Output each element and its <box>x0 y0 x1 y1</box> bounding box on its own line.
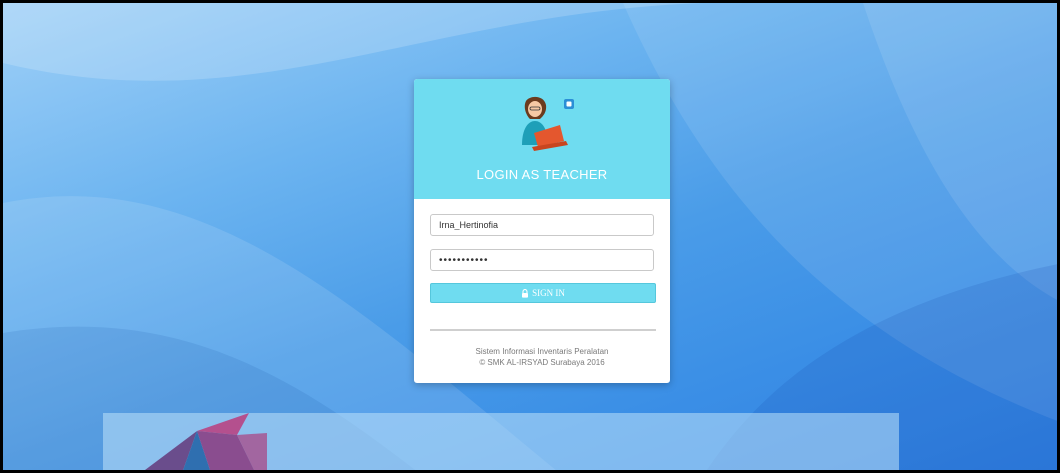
divider <box>430 329 656 331</box>
password-input[interactable] <box>430 249 654 271</box>
screenshot-frame: LOGIN AS TEACHER SIGN IN Sistem Informas… <box>0 0 1060 473</box>
institution-logo <box>145 413 267 470</box>
teacher-avatar-icon <box>522 96 574 151</box>
login-card-header: LOGIN AS TEACHER <box>414 79 670 199</box>
login-card: LOGIN AS TEACHER SIGN IN Sistem Informas… <box>414 79 670 383</box>
sign-in-label: SIGN IN <box>532 288 565 298</box>
sign-in-button[interactable]: SIGN IN <box>430 283 656 303</box>
login-title: LOGIN AS TEACHER <box>476 167 608 182</box>
username-input[interactable] <box>430 214 654 236</box>
lock-icon <box>522 288 529 298</box>
footer-app-name: Sistem Informasi Inventaris Peralatan <box>475 347 609 356</box>
footer-copyright: © SMK AL-IRSYAD Surabaya 2016 <box>479 358 605 367</box>
